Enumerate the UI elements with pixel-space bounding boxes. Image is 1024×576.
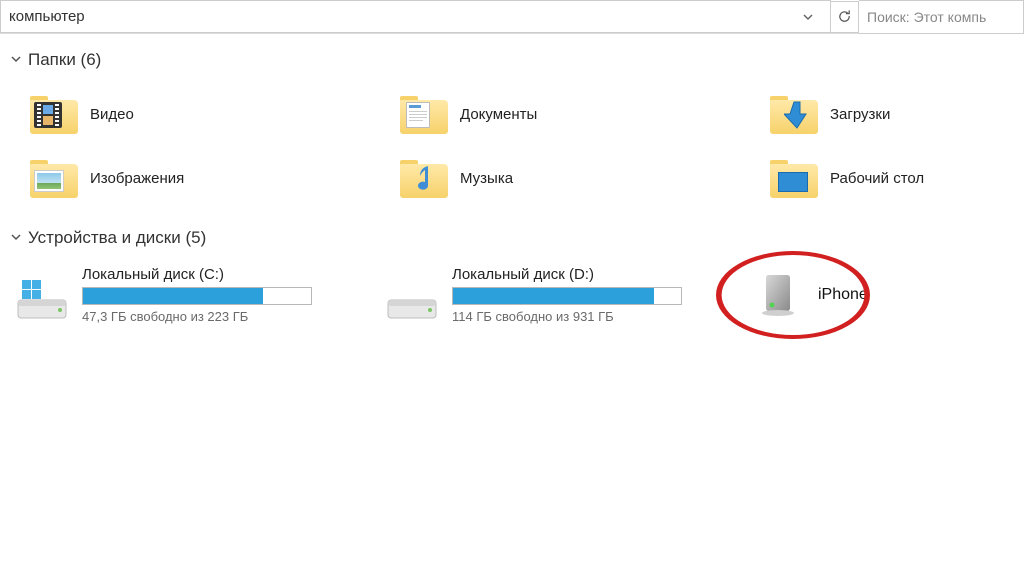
folder-label: Видео [90, 106, 134, 123]
folders-grid: Видео Документы За [0, 76, 1024, 222]
device-iphone[interactable]: iPhone [756, 271, 1024, 319]
drives-row: Локальный диск (C:) 47,3 ГБ свободно из … [0, 254, 1024, 324]
drive-info: Локальный диск (D:) 114 ГБ свободно из 9… [452, 266, 682, 324]
refresh-icon [837, 9, 852, 24]
drives-section-title: Устройства и диски (5) [28, 228, 206, 248]
video-folder-icon [30, 94, 78, 134]
folder-label: Рабочий стол [830, 170, 924, 187]
top-bar: компьютер Поиск: Этот компь [0, 0, 1024, 34]
chevron-down-icon [802, 11, 814, 23]
search-placeholder: Поиск: Этот компь [867, 9, 986, 25]
folder-desktop[interactable]: Рабочий стол [770, 158, 1024, 198]
documents-folder-icon [400, 94, 448, 134]
drive-c[interactable]: Локальный диск (C:) 47,3 ГБ свободно из … [16, 266, 386, 324]
downloads-folder-icon [770, 94, 818, 134]
chevron-down-icon [10, 228, 22, 248]
drives-section-header[interactable]: Устройства и диски (5) [0, 222, 1024, 254]
drive-name: Локальный диск (C:) [82, 266, 312, 283]
folder-pictures[interactable]: Изображения [30, 158, 400, 198]
drive-free-text: 47,3 ГБ свободно из 223 ГБ [82, 309, 312, 324]
folder-label: Музыка [460, 170, 513, 187]
pictures-folder-icon [30, 158, 78, 198]
folder-documents[interactable]: Документы [400, 94, 770, 134]
music-folder-icon [400, 158, 448, 198]
drive-usage-bar [452, 287, 682, 305]
download-arrow-icon [784, 100, 810, 130]
drive-icon [386, 280, 438, 322]
drive-usage-bar [82, 287, 312, 305]
refresh-button[interactable] [831, 1, 859, 33]
system-drive-icon [16, 280, 68, 322]
folder-label: Загрузки [830, 106, 890, 123]
drive-free-text: 114 ГБ свободно из 931 ГБ [452, 309, 682, 324]
folders-section-title: Папки (6) [28, 50, 101, 70]
drive-usage-fill [453, 288, 654, 304]
folder-label: Изображения [90, 170, 184, 187]
folders-section-header[interactable]: Папки (6) [0, 44, 1024, 76]
address-dropdown-button[interactable] [794, 1, 822, 33]
folder-label: Документы [460, 106, 537, 123]
folder-video[interactable]: Видео [30, 94, 400, 134]
content-area: Папки (6) Видео [0, 34, 1024, 324]
device-label: iPhone [818, 286, 868, 304]
address-bar[interactable]: компьютер [0, 0, 831, 33]
drive-info: Локальный диск (C:) 47,3 ГБ свободно из … [82, 266, 312, 324]
folder-downloads[interactable]: Загрузки [770, 94, 1024, 134]
address-text: компьютер [9, 8, 794, 25]
desktop-folder-icon [770, 158, 818, 198]
chevron-down-icon [10, 50, 22, 70]
portable-device-icon [756, 271, 804, 319]
music-note-icon [410, 164, 436, 196]
folder-music[interactable]: Музыка [400, 158, 770, 198]
drive-d[interactable]: Локальный диск (D:) 114 ГБ свободно из 9… [386, 266, 756, 324]
drive-name: Локальный диск (D:) [452, 266, 682, 283]
search-input[interactable]: Поиск: Этот компь [859, 0, 1024, 34]
drive-usage-fill [83, 288, 263, 304]
